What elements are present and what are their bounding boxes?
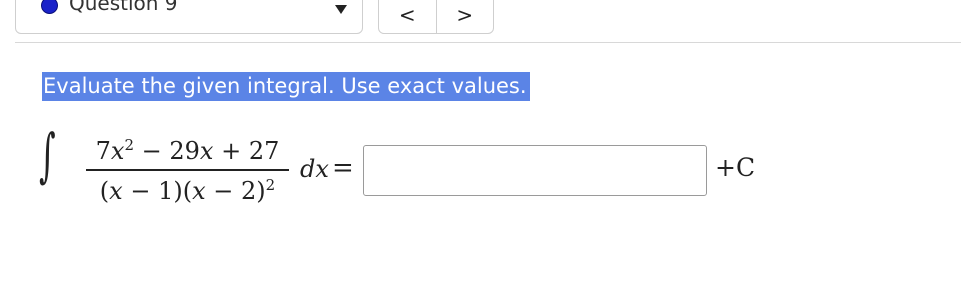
- fraction-denominator: (x − 1)(x − 2)2: [80, 176, 295, 205]
- caret-down-icon: [335, 5, 347, 14]
- numerator-term-3: + 27: [213, 137, 280, 165]
- numerator-exponent: 2: [124, 136, 134, 154]
- denominator-variable-2: x: [192, 177, 206, 205]
- next-question-button[interactable]: >: [435, 0, 494, 33]
- equals-sign: =: [332, 153, 354, 183]
- integral-sign: ∫: [39, 121, 56, 189]
- question-label: Question 9: [69, 0, 178, 15]
- answer-input[interactable]: [363, 145, 707, 196]
- constant-of-integration: +C: [715, 153, 756, 182]
- fraction-bar: [86, 169, 289, 171]
- denominator-variable-1: x: [109, 177, 123, 205]
- differential: dx: [300, 155, 329, 183]
- question-select[interactable]: Question 9: [15, 0, 363, 34]
- numerator-term-2: − 29: [134, 137, 200, 165]
- denominator-factor-2: − 2): [205, 177, 266, 205]
- question-status-icon: [41, 0, 58, 14]
- denominator-open: (: [99, 177, 110, 205]
- numerator-variable-2: x: [199, 137, 214, 165]
- header-divider: [15, 42, 961, 43]
- denominator-exponent: 2: [265, 176, 276, 194]
- fraction-numerator: 7x2 − 29x + 27: [80, 136, 295, 165]
- numerator-variable: x: [110, 137, 125, 165]
- question-prompt: Evaluate the given integral. Use exact v…: [42, 72, 530, 101]
- denominator-factor-1: − 1)(: [122, 177, 193, 205]
- numerator-coefficient: 7: [95, 137, 111, 165]
- question-nav: < >: [378, 0, 494, 34]
- prev-question-button[interactable]: <: [379, 0, 436, 33]
